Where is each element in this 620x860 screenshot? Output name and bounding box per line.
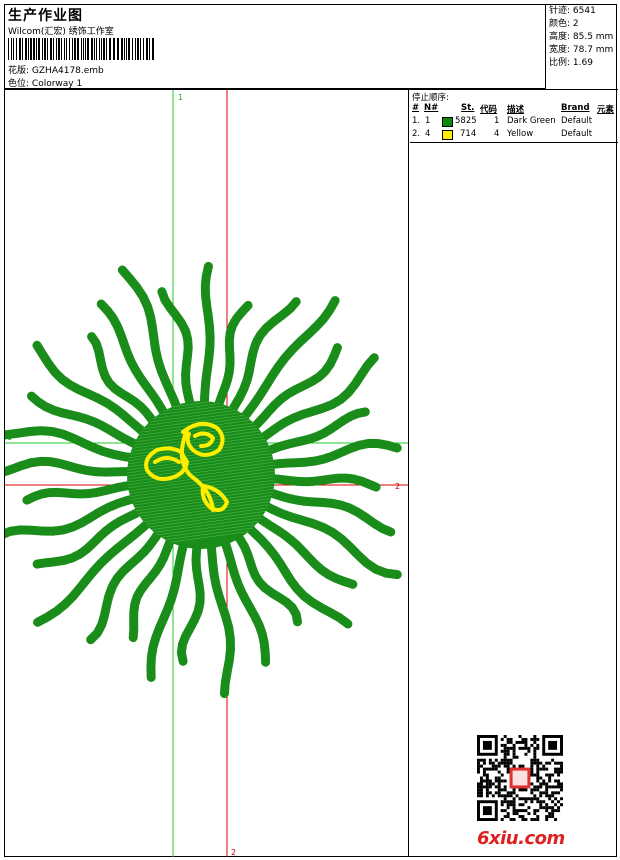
stop-sequence-table: 停止顺序: # N# St. 代码 描述 Brand 元素 1. 1 5825 … bbox=[410, 90, 618, 143]
design-value: GZHA4178.emb bbox=[31, 66, 104, 76]
row-needle: 4 bbox=[425, 129, 431, 139]
row-stitches: 714 bbox=[460, 129, 477, 139]
sun-ray bbox=[264, 473, 382, 492]
company-name: Wilcom(汇宏) 绣饰工作室 bbox=[8, 27, 114, 37]
page-title: 生产作业图 bbox=[8, 8, 83, 24]
design-label: 花版: bbox=[8, 66, 30, 76]
sun-ray bbox=[199, 261, 215, 412]
sun-ray bbox=[22, 480, 139, 505]
row-index: 2. bbox=[412, 129, 421, 139]
row-index: 1. bbox=[412, 116, 421, 126]
guide2-bottom-label: 2 bbox=[231, 848, 236, 857]
guide2-right-label: 2 bbox=[395, 482, 400, 491]
sun-ray bbox=[27, 391, 145, 451]
barcode bbox=[8, 38, 154, 60]
color-swatch-green bbox=[442, 117, 453, 127]
col-header-brand: Brand bbox=[561, 103, 590, 113]
colorway-value: Colorway 1 bbox=[31, 79, 83, 89]
embroidery-preview: 1 1 2 2 bbox=[5, 90, 408, 857]
col-header-element: 元素 bbox=[597, 105, 615, 115]
production-sheet: 生产作业图 Wilcom(汇宏) 绣饰工作室 花版: GZHA4178.emb … bbox=[4, 4, 618, 857]
row-code: 1 bbox=[494, 116, 500, 126]
design-canvas: 1 1 2 2 bbox=[5, 90, 409, 857]
row-brand: Default bbox=[561, 129, 593, 139]
col-header-index: # bbox=[412, 103, 420, 113]
stat-stitches: 针迹: 6541 bbox=[549, 6, 596, 16]
row-brand: Default bbox=[561, 116, 593, 126]
stat-scale: 比例: 1.69 bbox=[549, 58, 593, 68]
guide1-top-label: 1 bbox=[178, 93, 183, 102]
colorway-label: 色位: bbox=[8, 79, 30, 89]
row-desc: Dark Green bbox=[507, 116, 556, 126]
col-header-desc: 描述 bbox=[507, 105, 525, 115]
row-needle: 1 bbox=[425, 116, 431, 126]
design-file-line: 花版: GZHA4178.emb bbox=[8, 63, 104, 76]
stat-height: 高度: 85.5 mm bbox=[549, 32, 614, 42]
watermark-brand: 6xiu.com bbox=[477, 828, 565, 849]
stat-colors: 颜色: 2 bbox=[549, 19, 579, 29]
stop-table-caption: 停止顺序: bbox=[412, 93, 449, 103]
qr-code bbox=[477, 735, 563, 821]
header-panel: 生产作业图 Wilcom(汇宏) 绣饰工作室 花版: GZHA4178.emb … bbox=[5, 5, 546, 89]
color-swatch-yellow bbox=[442, 130, 453, 140]
stat-width: 宽度: 78.7 mm bbox=[549, 45, 614, 55]
sun-ray bbox=[5, 456, 138, 477]
colorway-line: 色位: Colorway 1 bbox=[8, 76, 82, 89]
row-desc: Yellow bbox=[507, 129, 534, 139]
col-header-code: 代码 bbox=[480, 105, 498, 115]
stats-panel: 针迹: 6541 颜色: 2 高度: 85.5 mm 宽度: 78.7 mm 比… bbox=[546, 5, 618, 89]
col-header-stitches: St. bbox=[461, 103, 475, 113]
row-code: 4 bbox=[494, 129, 500, 139]
row-stitches: 5825 bbox=[455, 116, 477, 126]
col-header-needle: N# bbox=[424, 103, 439, 113]
